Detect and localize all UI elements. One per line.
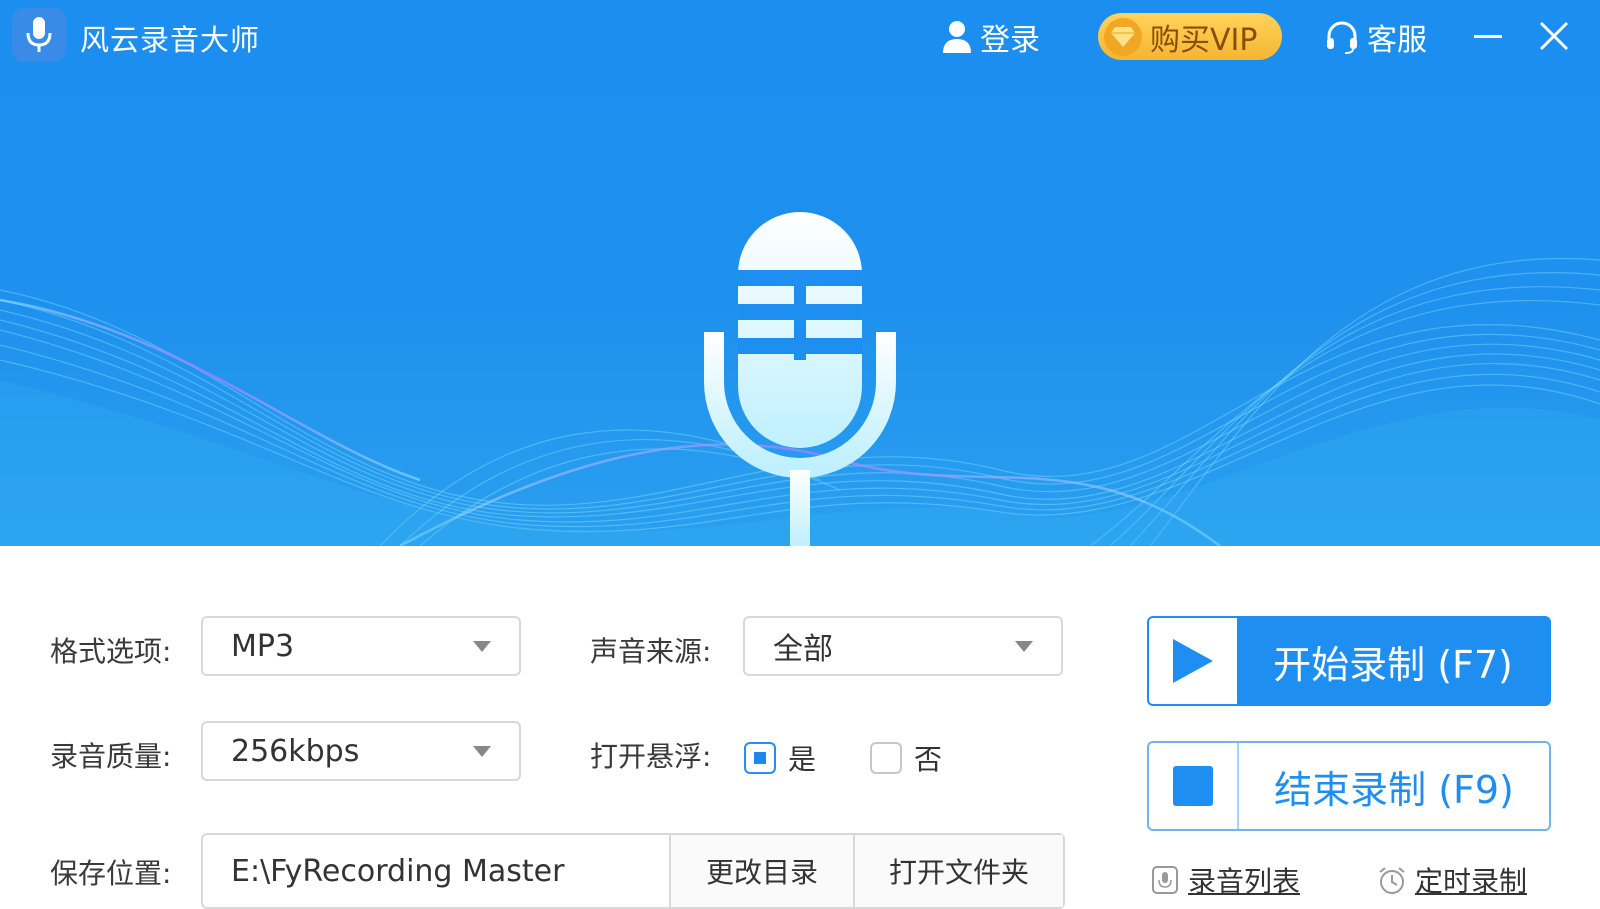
save-location-field: E:\FyRecording Master 更改目录 打开文件夹 <box>201 833 1065 909</box>
start-recording-label: 开始录制 (F7) <box>1273 642 1513 687</box>
chevron-down-icon <box>473 640 491 652</box>
minimize-icon <box>1474 35 1502 38</box>
close-icon <box>1539 21 1569 51</box>
floating-yes-option[interactable]: 是 <box>744 738 816 778</box>
scheduled-recording-label: 定时录制 <box>1415 865 1528 898</box>
change-directory-button[interactable]: 更改目录 <box>669 835 853 907</box>
app-title: 风云录音大师 <box>80 23 261 57</box>
stop-recording-button[interactable]: 结束录制 (F9) <box>1147 741 1551 831</box>
headset-icon <box>1327 21 1357 54</box>
recording-list-link[interactable]: 录音列表 <box>1150 860 1300 900</box>
chevron-down-icon <box>473 745 491 757</box>
floating-yes-checkbox[interactable] <box>744 742 776 774</box>
customer-service-button[interactable]: 客服 <box>1325 15 1427 59</box>
source-value: 全部 <box>773 632 833 667</box>
login-label: 登录 <box>980 23 1040 58</box>
save-path-value[interactable]: E:\FyRecording Master <box>203 835 669 907</box>
minimize-button[interactable] <box>1470 18 1506 54</box>
floating-no-option[interactable]: 否 <box>870 738 942 778</box>
source-select[interactable]: 全部 <box>743 616 1063 676</box>
source-label: 声音来源: <box>590 635 712 668</box>
microphone-logo-icon <box>26 17 52 52</box>
chevron-down-icon <box>1015 640 1033 652</box>
vip-label: 购买VIP <box>1150 22 1258 58</box>
floating-label: 打开悬浮: <box>590 740 712 773</box>
save-location-label: 保存位置: <box>50 857 172 890</box>
format-select[interactable]: MP3 <box>201 616 521 676</box>
user-icon <box>943 21 971 53</box>
format-value: MP3 <box>231 628 295 664</box>
start-recording-button[interactable]: 开始录制 (F7) <box>1147 616 1551 706</box>
alarm-clock-icon <box>1379 867 1405 894</box>
quality-select[interactable]: 256kbps <box>201 721 521 781</box>
microphone-small-icon <box>1152 866 1178 894</box>
title-bar: 风云录音大师 登录 购买VIP 客服 <box>0 0 1600 76</box>
diamond-icon <box>1104 17 1142 56</box>
login-button[interactable]: 登录 <box>942 15 1040 59</box>
buy-vip-button[interactable]: 购买VIP <box>1098 13 1282 60</box>
play-icon <box>1149 618 1237 704</box>
floating-yes-label: 是 <box>788 743 817 776</box>
stop-icon <box>1149 743 1239 829</box>
open-folder-button[interactable]: 打开文件夹 <box>853 835 1063 907</box>
stop-recording-label: 结束录制 (F9) <box>1274 767 1514 812</box>
close-button[interactable] <box>1536 18 1572 54</box>
floating-no-checkbox[interactable] <box>870 742 902 774</box>
service-label: 客服 <box>1367 23 1427 58</box>
floating-no-label: 否 <box>914 743 943 776</box>
format-label: 格式选项: <box>50 635 172 668</box>
app-logo <box>12 8 66 62</box>
microphone-illustration-icon <box>704 212 896 546</box>
quality-label: 录音质量: <box>50 740 172 773</box>
quality-value: 256kbps <box>231 733 360 769</box>
hero-banner: 风云录音大师 登录 购买VIP 客服 <box>0 0 1600 546</box>
scheduled-recording-link[interactable]: 定时录制 <box>1377 860 1527 900</box>
recording-list-label: 录音列表 <box>1188 865 1301 898</box>
